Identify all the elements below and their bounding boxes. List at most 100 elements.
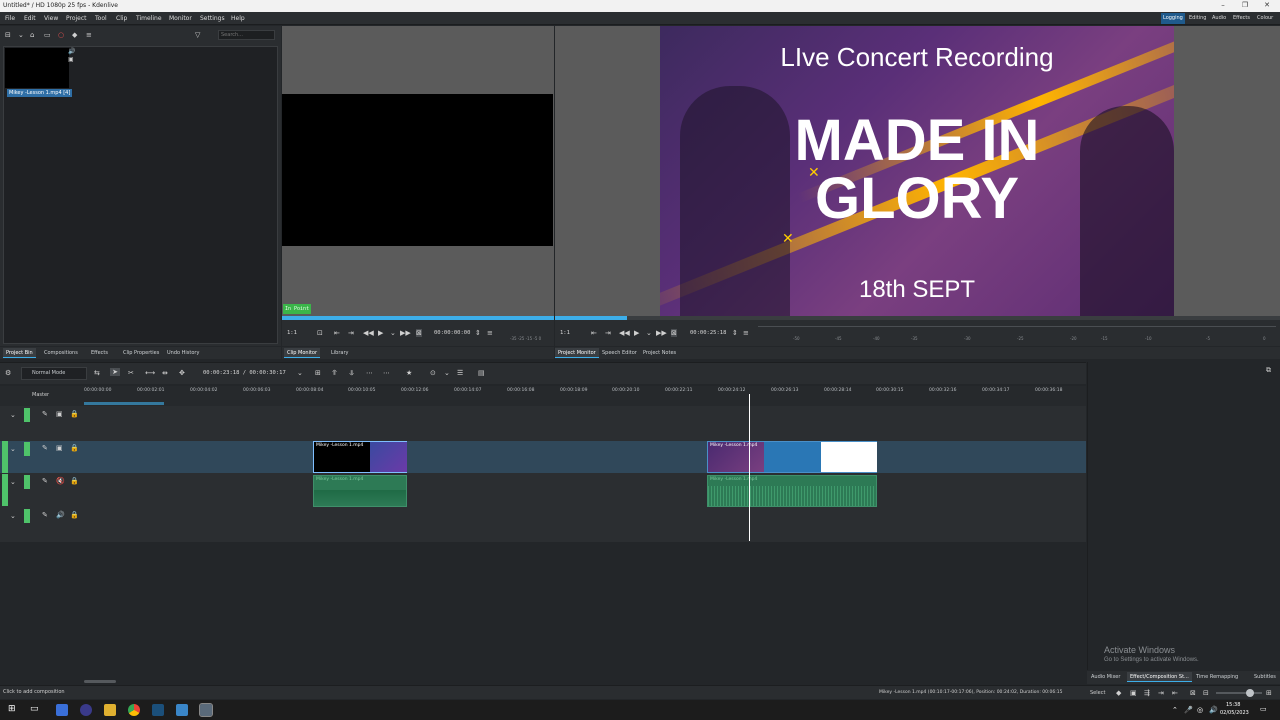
stop-icon[interactable]: ⊡ [317, 329, 323, 337]
stepper-icon[interactable]: ⇕ [732, 329, 738, 337]
tab-clip-properties[interactable]: Clip Properties [120, 348, 162, 358]
tab-speech-editor[interactable]: Speech Editor [599, 348, 640, 358]
layout-effects[interactable]: Effects [1231, 13, 1252, 24]
audio-clip-1[interactable]: Mikey -Lesson 1.mp4 [313, 475, 407, 507]
settings-icon[interactable]: ⚙ [5, 369, 11, 377]
file-explorer-icon[interactable] [104, 704, 116, 716]
zoom-slider[interactable] [1216, 692, 1262, 694]
collapse-icon[interactable]: ⌄ [10, 512, 16, 520]
minimize-button[interactable]: – [1212, 0, 1234, 12]
set-out-icon[interactable]: ⇥ [605, 329, 611, 337]
clock-time[interactable]: 15:38 [1226, 702, 1240, 708]
track-active-a2[interactable] [24, 509, 30, 523]
microphone-icon[interactable]: 🎤 [1184, 706, 1193, 714]
layout-editing[interactable]: Editing [1187, 13, 1208, 24]
menu-icon[interactable]: ≡ [743, 329, 749, 337]
lock-icon[interactable]: 🔒 [70, 511, 79, 519]
menu-timeline[interactable]: Timeline [136, 12, 162, 25]
chevron-down-icon[interactable]: ⌄ [18, 31, 24, 39]
clip-thumbnail[interactable] [5, 48, 69, 88]
volume-icon[interactable]: 🔊 [1209, 706, 1218, 714]
play-icon[interactable]: ▶ [378, 329, 383, 337]
record-icon[interactable]: ⊙ [430, 369, 436, 377]
app-icon-6[interactable] [176, 704, 188, 716]
task-view-icon[interactable]: ▭ [30, 705, 39, 714]
windows-start-icon[interactable]: ⊞ [8, 705, 16, 714]
lock-icon[interactable]: 🔒 [70, 477, 79, 485]
effects-icon[interactable]: ✎ [42, 410, 48, 418]
collapse-icon[interactable]: ⌄ [10, 478, 16, 486]
film-icon[interactable]: ▣ [56, 410, 63, 418]
float-icon[interactable]: ⧉ [1266, 366, 1271, 374]
film-icon[interactable]: ▣ [1130, 689, 1137, 697]
loop-icon[interactable]: ⊠ [671, 329, 677, 337]
network-icon[interactable]: ◎ [1197, 706, 1203, 714]
track-target-a1[interactable] [2, 474, 8, 506]
effects-icon[interactable]: ✎ [42, 444, 48, 452]
video-clip-1[interactable]: Mikey -Lesson 1.mp4 [313, 441, 407, 473]
tab-compositions[interactable]: Compositions [41, 348, 81, 358]
track-target-v1[interactable] [2, 441, 8, 473]
chrome-icon[interactable] [128, 704, 140, 716]
chevron-down-icon[interactable]: ⌄ [390, 329, 396, 337]
fit-icon[interactable]: ⊞ [315, 369, 321, 377]
zoom-in-icon[interactable]: ⊞ [1266, 689, 1272, 697]
lift-icon[interactable]: ⥣ [332, 369, 337, 377]
menu-icon[interactable]: ≡ [487, 329, 493, 337]
tab-clip-monitor[interactable]: Clip Monitor [284, 348, 321, 358]
zoom-handle[interactable] [1246, 689, 1254, 697]
forward-icon[interactable]: ▶▶ [400, 329, 411, 337]
menu-clip[interactable]: Clip [116, 12, 127, 25]
panel-icon[interactable]: ▤ [478, 369, 485, 377]
maximize-button[interactable]: ❐ [1234, 0, 1256, 12]
timeline-ruler[interactable]: 00:00:00:00 00:00:02:01 00:00:04:02 00:0… [84, 386, 1085, 406]
collapse-icon[interactable]: ⌄ [10, 445, 16, 453]
favorite-icon[interactable]: ★ [406, 369, 412, 377]
tag-icon[interactable]: ◆ [72, 31, 77, 39]
chevron-down-icon[interactable]: ⌄ [444, 369, 450, 377]
track-active-a1[interactable] [24, 475, 30, 489]
film-icon[interactable]: ▣ [56, 444, 63, 452]
record-icon[interactable]: ○ [58, 31, 64, 39]
chevron-down-icon[interactable]: ⌄ [646, 329, 652, 337]
project-zoom-select[interactable]: 1:1 [560, 330, 570, 336]
set-in-icon[interactable]: ⇤ [591, 329, 597, 337]
project-timecode[interactable]: 00:00:25:18 [690, 330, 726, 336]
lock-icon[interactable]: 🔒 [70, 410, 79, 418]
video-clip-2[interactable]: Mikey -Lesson 1.mp4 [707, 441, 877, 473]
menu-monitor[interactable]: Monitor [169, 12, 192, 25]
menu-file[interactable]: File [5, 12, 15, 25]
play-icon[interactable]: ▶ [634, 329, 639, 337]
tab-undo-history[interactable]: Undo History [164, 348, 202, 358]
app-icon-1[interactable] [56, 704, 68, 716]
stepper-icon[interactable]: ⇕ [475, 329, 481, 337]
lock-icon[interactable]: 🔒 [70, 444, 79, 452]
layout-logging[interactable]: Logging [1161, 13, 1185, 24]
track-target-v2[interactable] [24, 408, 30, 422]
clock-date[interactable]: 02/05/2023 [1220, 710, 1249, 716]
snap-icon[interactable]: ⇶ [1144, 689, 1150, 697]
audio-clip-2[interactable]: Mikey -Lesson 1.mp4 [707, 475, 877, 507]
lines-icon[interactable]: ☰ [457, 369, 463, 377]
menu-edit[interactable]: Edit [24, 12, 36, 25]
chevron-up-icon[interactable]: ⌃ [1172, 706, 1178, 714]
razor-icon[interactable]: ✂ [128, 369, 134, 377]
tab-effects[interactable]: Effects [88, 348, 111, 358]
slip-icon[interactable]: ⟷ [145, 369, 155, 377]
close-button[interactable]: ✕ [1256, 0, 1278, 12]
spacer-icon[interactable]: ⇆ [94, 369, 100, 377]
forward-icon[interactable]: ▶▶ [656, 329, 667, 337]
ripple-icon[interactable]: ⇹ [162, 369, 168, 377]
notification-icon[interactable]: ▭ [1260, 705, 1267, 713]
fit-zoom-icon[interactable]: ⊠ [1190, 689, 1196, 697]
collapse-icon[interactable]: ⌄ [10, 411, 16, 419]
zoom-out-icon[interactable]: ⊟ [1203, 689, 1209, 697]
app-icon-2[interactable] [80, 704, 92, 716]
tab-audio-mixer[interactable]: Audio Mixer [1088, 672, 1123, 682]
menu-view[interactable]: View [44, 12, 58, 25]
menu-icon[interactable]: ≡ [86, 31, 92, 39]
layout-colour[interactable]: Colour [1255, 13, 1275, 24]
menu-tool[interactable]: Tool [95, 12, 107, 25]
tab-project-notes[interactable]: Project Notes [640, 348, 679, 358]
clip-name[interactable]: Mikey -Lesson 1.mp4 [4] [7, 89, 73, 97]
